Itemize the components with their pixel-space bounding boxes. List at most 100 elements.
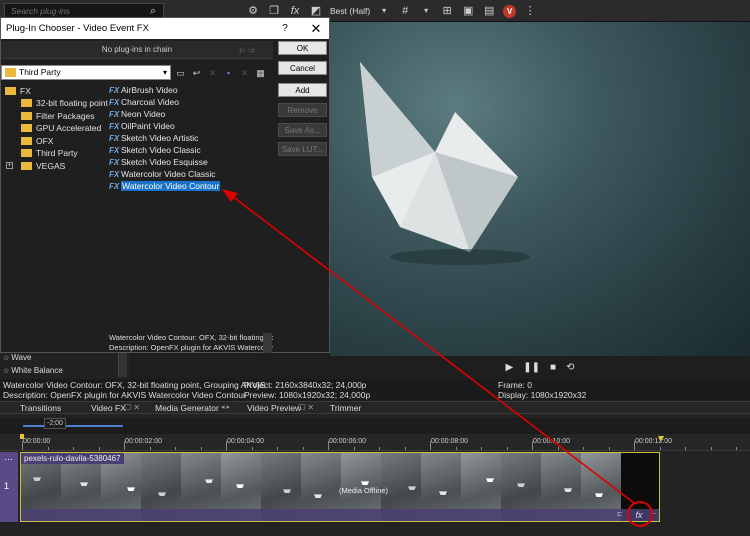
fx-list-scrollbar[interactable] [118,353,127,377]
ok-button[interactable]: OK [278,41,327,55]
loop-region[interactable] [23,425,123,427]
expand-icon[interactable]: + [6,162,13,169]
boat-thumbnail-mark [158,492,166,496]
video-clip[interactable]: pexels-rulo-davila-5380467 (Media Offlin… [20,452,660,522]
plugin-item[interactable]: FX AirBrush Video [109,84,178,96]
chain-controls: ⇇ ⇉ [239,44,255,58]
description-line-2: Description: OpenFX plugin for AKVIS Wat… [109,343,273,352]
close-x-icon[interactable]: ✕ [239,66,250,80]
frame-info: Frame: 0 [498,380,533,390]
ruler-minor-tick [507,447,508,450]
more-icon[interactable]: ⋯ [4,454,13,465]
add-button[interactable]: Add [278,83,327,97]
boat-thumbnail-mark [595,493,603,497]
fx-icon[interactable]: fx [288,4,302,18]
list-item[interactable]: ☆ White Balance [3,366,63,375]
boat-thumbnail-mark [314,494,322,498]
folder-select[interactable]: Third Party ▾ [1,65,171,80]
plugin-item[interactable]: FX Charcoal Video [109,96,179,108]
annotation-circle [627,501,653,527]
split-screen-icon[interactable]: ◩ [309,4,323,18]
help-button[interactable]: ? [277,18,293,39]
timeline-ruler[interactable]: 00:00:00 00:00:02:00 00:00:04:00 00:00:06:0… [0,434,750,451]
ruler-minor-tick [430,447,431,450]
close-icon[interactable]: ☐ ✕ [124,402,140,414]
plugin-item[interactable]: FX Sketch Video Esquisse [109,156,208,168]
plugin-item[interactable]: FX OilPaint Video [109,120,175,132]
preview-quality-select[interactable]: Best (Half) [330,6,370,16]
clip-name: pexels-rulo-davila-5380467 [21,453,124,464]
close-button[interactable]: ✕ [307,18,325,39]
play-icon[interactable]: ▶ [506,361,514,375]
tree-item[interactable]: OFX [21,135,53,147]
ruler-minor-tick [99,447,100,450]
delete-icon[interactable]: ✕ [207,66,218,80]
plugin-item[interactable]: FX Neon Video [109,108,165,120]
folder-select-value: Third Party [19,67,61,77]
list-item[interactable]: ☆ Wave [3,353,31,362]
stop-icon[interactable]: ■ [550,361,556,375]
tree-item-label: Filter Packages [36,111,95,121]
ruler-minor-tick [124,447,125,450]
description-scrollbar[interactable] [263,333,272,353]
cancel-button[interactable]: Cancel [278,61,327,75]
ruler-minor-tick [226,447,227,450]
save-lut-button[interactable]: Save LUT... [278,142,327,156]
loop-region-bar[interactable]: -2;00 [0,418,750,434]
save-snapshot-icon[interactable]: ▤ [482,4,496,18]
remove-button[interactable]: Remove [278,103,327,117]
plugin-item[interactable]: FX Sketch Video Classic [109,144,201,156]
vegas-icon[interactable]: V [503,4,517,18]
tree-item[interactable]: Filter Packages [21,110,95,122]
gear-icon[interactable]: ⚙ [246,4,260,18]
tab-transitions[interactable]: Transitions [20,402,61,414]
plugin-name: Watercolor Video Classic [121,169,216,179]
tree-item[interactable]: VEGAS [21,160,65,172]
more-icon[interactable]: ⋮ [523,4,537,18]
tree-item[interactable]: FX [5,85,31,97]
plugin-item[interactable]: FX Watercolor Video Contour [109,180,221,192]
view-icon[interactable]: ▦ [255,66,266,80]
tree-item[interactable]: Third Party [21,147,78,159]
folder-icon [21,162,32,170]
loop-icon[interactable]: ⟲ [566,361,574,375]
ruler-minor-tick [48,447,49,450]
tab-scroll-icon[interactable]: ◂ ▸ [221,402,230,414]
chevron-down-icon[interactable]: ▾ [377,4,391,18]
plugin-item[interactable]: FX Watercolor Video Classic [109,168,215,180]
tree-item[interactable]: 32-bit floating point [21,97,108,109]
chevron-down-icon[interactable]: ▾ [419,4,433,18]
tab-media-generator[interactable]: Media Generator [155,402,219,414]
close-icon[interactable]: ☐ ✕ [298,402,314,414]
tree-item-label: VEGAS [36,161,66,171]
plugin-item[interactable]: FX Sketch Video Artistic [109,132,198,144]
tab-trimmer[interactable]: Trimmer [330,402,361,414]
ruler-label: 00:00:06:00 [329,438,366,445]
ruler-minor-tick [660,447,661,450]
back-icon[interactable]: ↩ [191,66,202,80]
grid-icon[interactable]: # [398,4,412,18]
media-offline-label: (Media Offline) [339,486,389,495]
move-left-icon[interactable]: ⇇ [239,44,246,58]
new-folder-icon[interactable]: ▭ [175,66,186,80]
tree-item-label: FX [20,86,31,96]
folder-icon [5,68,16,77]
tab-video-preview[interactable]: Video Preview [247,402,301,414]
folder-icon [21,112,32,120]
ruler-minor-tick [609,447,610,450]
move-right-icon[interactable]: ⇉ [248,44,255,58]
copy-icon[interactable]: ❐ [267,4,281,18]
overlay-icon[interactable]: ⊞ [440,4,454,18]
crop-icon[interactable]: ⊏ [617,510,623,518]
save-as-button[interactable]: Save As... [278,123,327,137]
external-monitor-icon[interactable]: ▣ [461,4,475,18]
tab-video-fx[interactable]: Video FX [91,402,126,414]
pause-icon[interactable]: ❚❚ [523,361,540,375]
favorite-folder-icon[interactable]: ▪ [223,66,234,80]
tree-item[interactable]: GPU Accelerated [21,122,101,134]
ruler-minor-tick [481,447,482,450]
plugin-chain-status: No plug-ins in chain [1,41,273,59]
tree-item-label: OFX [36,136,54,146]
search-icon[interactable]: ⌕ [150,4,156,18]
playhead-marker[interactable] [20,434,24,439]
